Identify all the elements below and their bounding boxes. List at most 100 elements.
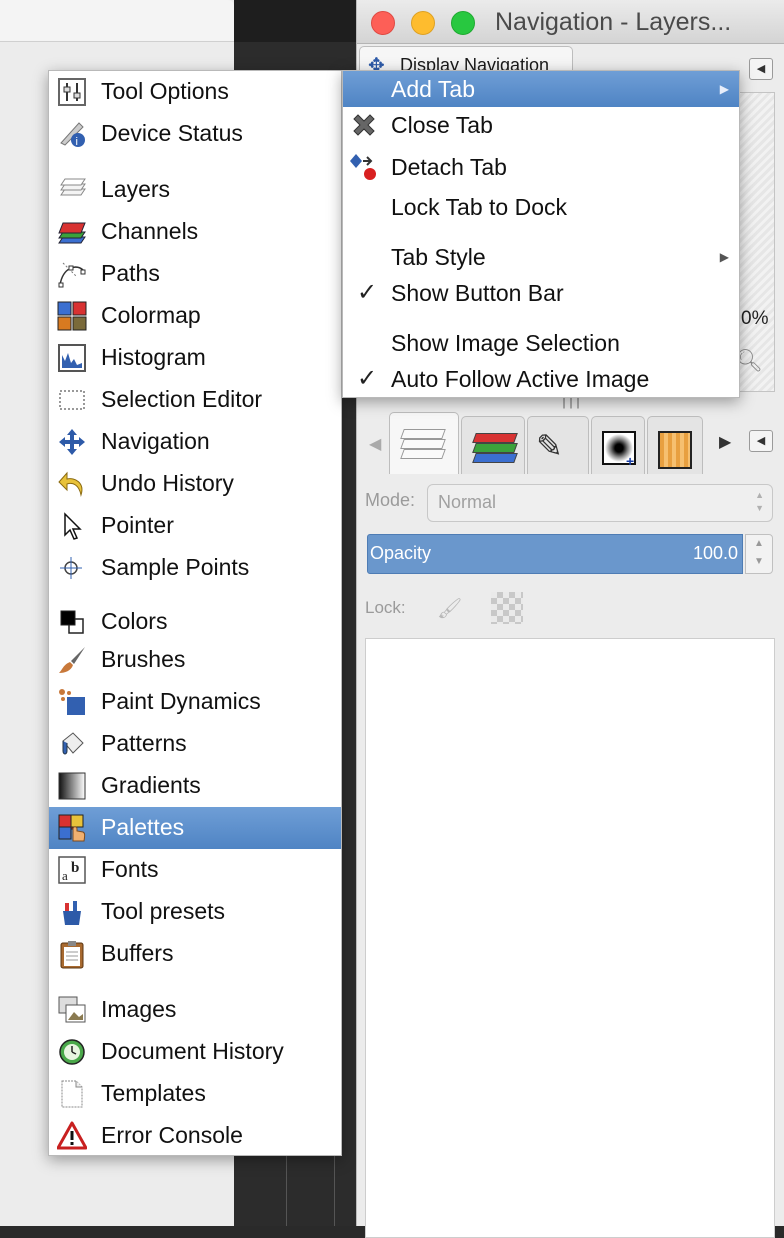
lock-alpha-icon[interactable] [491,592,523,624]
menu-item-paint-dynamics[interactable]: Paint Dynamics [49,681,341,723]
menu-item-layers[interactable]: Layers [49,169,341,211]
buffers-icon [60,941,84,969]
menu-item-selection-editor[interactable]: Selection Editor [49,379,341,421]
submenu-item-label: Show Button Bar [391,280,564,306]
submenu-item-auto-follow-active-image[interactable]: ✓ Auto Follow Active Image [343,361,739,397]
tab-context-menu: Add Tab ▶ Close Tab Detach Tab Lock Tab … [342,70,740,398]
menu-item-label: Patterns [101,730,187,756]
menu-item-label: Undo History [101,470,234,496]
menu-item-templates[interactable]: Templates [49,1073,341,1115]
menu-item-label: Buffers [101,940,174,966]
lock-label: Lock: [365,598,406,617]
tab-menu-button[interactable]: ◀ [749,58,773,80]
menu-item-label: Error Console [101,1122,243,1148]
close-tab-icon [353,114,375,136]
gradients-icon [58,772,86,800]
resize-grip[interactable]: ┃┃┃ [561,398,582,409]
submenu-item-tab-style[interactable]: Tab Style ▶ [343,239,739,275]
submenu-item-label: Tab Style [391,244,486,270]
layer-list[interactable] [365,638,775,1238]
detach-tab-icon [350,154,376,180]
tool-presets-icon [63,901,81,925]
menu-item-colormap[interactable]: Colormap [49,295,341,337]
menu-item-gradients[interactable]: Gradients [49,765,341,807]
minimize-window-button[interactable] [411,11,435,35]
submenu-item-show-image-selection[interactable]: Show Image Selection [343,325,739,361]
menu-item-label: Channels [101,218,199,244]
add-tab-dialog-menu: Tool Options i Device Status Layers Chan… [48,70,342,1156]
channels-icon [58,222,86,244]
menu-item-undo-history[interactable]: Undo History [49,463,341,505]
submenu-item-show-button-bar[interactable]: ✓ Show Button Bar [343,275,739,311]
svg-text:a: a [62,868,68,883]
menu-item-tool-options[interactable]: Tool Options [49,71,341,113]
menu-item-label: Images [101,996,177,1022]
submenu-item-lock-tab-to-dock[interactable]: Lock Tab to Dock [343,189,739,225]
tab-brushes[interactable]: + [591,416,645,474]
menu-item-label: Histogram [101,344,206,370]
menu-item-label: Device Status [101,120,243,146]
tab-paths[interactable]: ✎ [527,416,589,474]
zoom-window-button[interactable] [451,11,475,35]
submenu-item-close-tab[interactable]: Close Tab [343,107,739,143]
opacity-slider[interactable]: Opacity 100.0 [367,534,743,574]
palettes-icon [58,814,86,842]
tab-channels[interactable] [461,416,525,474]
menu-item-label: Paths [101,260,160,286]
menu-item-palettes[interactable]: Palettes [49,807,341,849]
menu-item-histogram[interactable]: Histogram [49,337,341,379]
menu-item-pointer[interactable]: Pointer [49,505,341,547]
submenu-item-add-tab[interactable]: Add Tab ▶ [343,71,739,107]
menu-item-fonts[interactable]: ab Fonts [49,849,341,891]
mode-select[interactable]: Normal ▲ ▼ [427,484,773,522]
menu-item-sample-points[interactable]: Sample Points [49,547,341,589]
sample-points-icon [60,557,82,579]
canvas-divider [286,1150,287,1226]
submenu-item-label: Add Tab [391,76,475,102]
menu-item-navigation[interactable]: Navigation [49,421,341,463]
fonts-icon: ab [58,856,86,884]
paths-icon [58,262,86,288]
opacity-spinner[interactable]: ▲ ▼ [745,534,773,574]
menu-item-label: Palettes [101,814,185,840]
tab-gradients[interactable] [647,416,703,474]
menu-item-buffers[interactable]: Buffers [49,933,341,975]
menu-item-colors[interactable]: Colors [49,601,341,643]
svg-text:b: b [71,860,79,876]
checkmark-icon: ✓ [357,279,378,306]
menu-item-images[interactable]: Images [49,989,341,1031]
close-window-button[interactable] [371,11,395,35]
opacity-value: 100.0 [692,543,738,563]
submenu-item-detach-tab[interactable]: Detach Tab [343,149,739,185]
scroll-tabs-right-icon[interactable]: ▶ [719,432,731,452]
menu-item-document-history[interactable]: Document History [49,1031,341,1073]
paint-dynamics-icon [59,689,85,715]
menu-item-device-status[interactable]: i Device Status [49,113,341,155]
menu-item-brushes[interactable]: Brushes [49,639,341,681]
select-arrows-icon: ▲ ▼ [755,490,764,513]
gradient-icon [658,431,692,469]
templates-icon [61,1080,83,1108]
lock-pixels-icon[interactable]: 🖌︎ [437,596,462,621]
tab-layers[interactable] [389,412,459,474]
menu-item-channels[interactable]: Channels [49,211,341,253]
menu-item-error-console[interactable]: Error Console [49,1115,341,1157]
menu-item-patterns[interactable]: Patterns [49,723,341,765]
menu-item-label: Sample Points [101,554,250,580]
scroll-tabs-left-icon[interactable]: ◀ [369,434,381,454]
histogram-icon [58,344,86,372]
canvas-divider [334,1150,335,1226]
checkmark-icon: ✓ [357,365,378,392]
device-status-icon: i [60,122,85,148]
background-canvas-top [234,0,356,42]
menu-item-tool-presets[interactable]: Tool presets [49,891,341,933]
patterns-icon [62,732,84,755]
tab-menu-button[interactable]: ◀ [749,430,773,452]
menu-item-paths[interactable]: Paths [49,253,341,295]
colors-icon [60,610,84,634]
menu-item-label: Paint Dynamics [101,688,261,714]
menu-item-label: Brushes [101,646,186,672]
plus-icon: + [626,453,635,469]
layers-icon [60,178,86,196]
menu-item-label: Selection Editor [101,386,263,412]
